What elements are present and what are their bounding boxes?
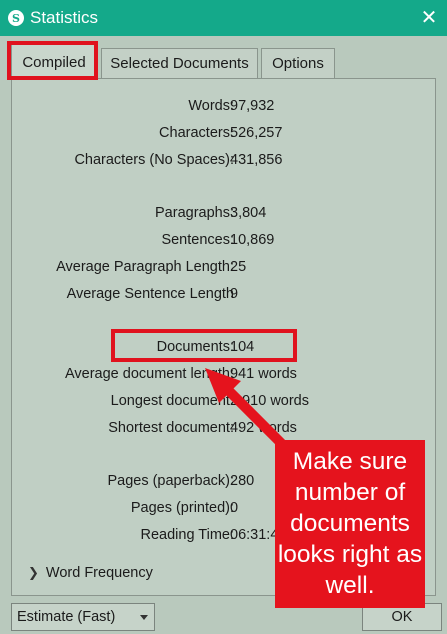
dropdown-value: Estimate (Fast) xyxy=(17,609,116,625)
stat-row-avg-sentence-length: Average Sentence Length 9 xyxy=(12,284,437,306)
stat-row-longest-document: Longest document: 2,910 words xyxy=(12,391,437,413)
chevron-right-icon: ❯ xyxy=(28,565,39,580)
title-bar: S Statistics ✕ xyxy=(0,0,447,36)
annotation-highlight-documents xyxy=(111,329,297,362)
close-icon[interactable]: ✕ xyxy=(417,6,441,30)
word-frequency-label: Word Frequency xyxy=(45,565,153,581)
stat-row-words: Words: 97,932 xyxy=(12,96,437,118)
stat-value: 526,257 xyxy=(230,125,283,141)
stat-value: 2,910 words xyxy=(230,393,309,409)
stat-label: Average Sentence Length xyxy=(66,286,234,302)
stat-value: 06:31:4 xyxy=(230,527,279,543)
stat-value: 25 xyxy=(230,259,247,275)
stat-row-characters-no-spaces: Characters (No Spaces): 431,856 xyxy=(12,150,437,172)
stat-value: 9 xyxy=(230,286,239,302)
stat-label: Shortest document: xyxy=(108,420,234,436)
stat-value: 97,932 xyxy=(230,98,275,114)
stat-label: Pages (printed): xyxy=(130,500,234,516)
stat-value: 941 words xyxy=(230,366,297,382)
stat-label: Average document length: xyxy=(64,366,234,382)
tab-selected-documents[interactable]: Selected Documents xyxy=(101,48,258,78)
stat-value: 0 xyxy=(230,500,239,516)
stat-value: 431,856 xyxy=(230,152,283,168)
stat-value: 492 words xyxy=(230,420,297,436)
stat-label: Longest document: xyxy=(110,393,234,409)
stat-row-paragraphs: Paragraphs: 3,804 xyxy=(12,203,437,225)
estimate-mode-dropdown[interactable]: Estimate (Fast) xyxy=(11,603,155,631)
stat-label: Paragraphs: xyxy=(155,205,234,221)
annotation-highlight-compiled-tab xyxy=(7,41,98,80)
stat-row-avg-document-length: Average document length: 941 words xyxy=(12,364,437,386)
stat-row-sentences: Sentences: 10,869 xyxy=(12,230,437,252)
annotation-callout: Make sure number of documents looks righ… xyxy=(275,440,425,608)
stat-value: 3,804 xyxy=(230,205,267,221)
window-title: Statistics xyxy=(30,8,99,27)
stat-row-avg-paragraph-length: Average Paragraph Length: 25 xyxy=(12,257,437,279)
stat-label: Characters (No Spaces): xyxy=(74,152,234,168)
scrivener-app-icon: S xyxy=(8,10,24,26)
word-frequency-disclosure[interactable]: ❯ Word Frequency xyxy=(28,565,153,581)
stat-label: Characters: xyxy=(159,125,234,141)
stat-value: 280 xyxy=(230,473,255,489)
stat-label: Pages (paperback): xyxy=(107,473,234,489)
stat-value: 10,869 xyxy=(230,232,275,248)
stat-row-shortest-document: Shortest document: 492 words xyxy=(12,418,437,440)
stat-label: Sentences: xyxy=(161,232,234,248)
stat-row-characters: Characters: 526,257 xyxy=(12,123,437,145)
stat-label: Reading Time: xyxy=(140,527,235,543)
tab-options[interactable]: Options xyxy=(261,48,335,78)
stat-label: Words: xyxy=(188,98,234,114)
stat-label: Average Paragraph Length: xyxy=(56,259,234,275)
chevron-down-icon xyxy=(140,615,148,620)
